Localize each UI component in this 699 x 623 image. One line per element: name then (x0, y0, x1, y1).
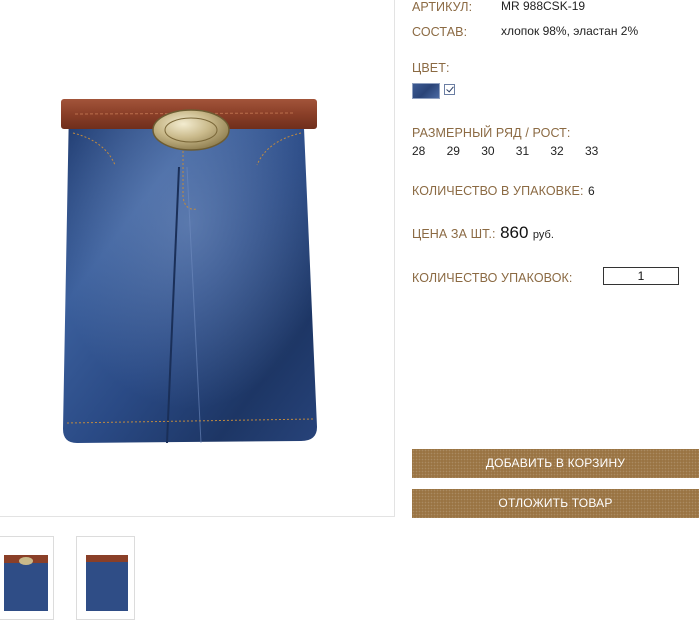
pack-quantity-value: 6 (587, 184, 595, 198)
size-option[interactable]: 30 (481, 144, 516, 158)
article-value: MR 988CSK-19 (501, 0, 586, 13)
packs-quantity-input[interactable] (603, 267, 679, 285)
color-row: ЦВЕТ: (412, 59, 450, 77)
pack-quantity-row: КОЛИЧЕСТВО В УПАКОВКЕ: 6 (412, 182, 595, 200)
composition-label: СОСТАВ: (412, 25, 468, 39)
color-checkbox[interactable] (444, 83, 455, 95)
denim-skirt-thumbnail-icon (86, 555, 128, 611)
sizes-row: РАЗМЕРНЫЙ РЯД / РОСТ: (412, 124, 570, 142)
thumbnail-side[interactable] (76, 536, 135, 620)
size-option[interactable]: 32 (550, 144, 585, 158)
price-row: ЦЕНА ЗА ШТ.: 860 руб. (412, 223, 554, 243)
packs-label: КОЛИЧЕСТВО УПАКОВОК: (412, 271, 573, 285)
color-options (412, 83, 455, 99)
size-option[interactable]: 28 (412, 144, 447, 158)
sizes-label: РАЗМЕРНЫЙ РЯД / РОСТ: (412, 126, 571, 140)
denim-skirt-thumbnail-icon (4, 555, 48, 611)
defer-item-button[interactable]: ОТЛОЖИТЬ ТОВАР (412, 489, 699, 518)
color-swatch-blue[interactable] (412, 83, 440, 99)
price-label: ЦЕНА ЗА ШТ.: (412, 227, 496, 241)
color-label: ЦВЕТ: (412, 61, 450, 75)
size-list: 28 29 30 31 32 33 (412, 144, 620, 158)
product-main-image (0, 0, 395, 517)
size-option[interactable]: 33 (585, 144, 620, 158)
add-to-cart-button[interactable]: ДОБАВИТЬ В КОРЗИНУ (412, 449, 699, 478)
composition-value: хлопок 98%, эластан 2% (501, 24, 639, 38)
composition-row: СОСТАВ: хлопок 98%, эластан 2% (412, 23, 638, 41)
size-option[interactable]: 29 (447, 144, 482, 158)
packs-row: КОЛИЧЕСТВО УПАКОВОК: (412, 269, 572, 287)
article-label: АРТИКУЛ: (412, 0, 473, 14)
price-value: 860 (500, 223, 529, 242)
thumbnail-front[interactable] (0, 536, 54, 620)
pack-quantity-label: КОЛИЧЕСТВО В УПАКОВКЕ: (412, 184, 584, 198)
size-option[interactable]: 31 (516, 144, 551, 158)
article-row: АРТИКУЛ: MR 988CSK-19 (412, 0, 585, 16)
price-currency: руб. (532, 229, 554, 241)
denim-skirt-image (61, 99, 317, 444)
